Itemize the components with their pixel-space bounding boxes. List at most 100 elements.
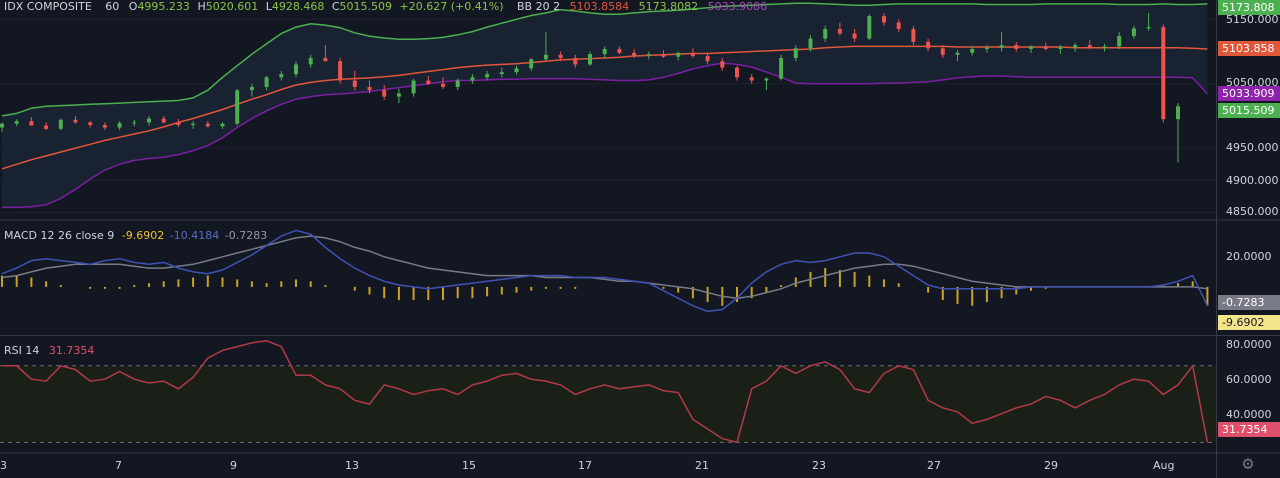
candle-body xyxy=(499,72,504,75)
candle-body xyxy=(411,80,416,94)
candle-body xyxy=(338,61,343,81)
candle-body xyxy=(999,45,1004,48)
candle-body xyxy=(294,64,298,75)
bb-lower-value: 5033.9086 xyxy=(707,0,768,13)
candle-body xyxy=(970,48,975,53)
price-tick: 4900.000 xyxy=(1226,174,1279,187)
candle-body xyxy=(896,22,901,29)
high-value: 5020.601 xyxy=(205,0,259,13)
time-tick: 17 xyxy=(578,459,592,472)
high-label: H xyxy=(197,0,206,13)
price-tick: 4950.000 xyxy=(1226,141,1279,154)
candle xyxy=(58,118,63,131)
candle-body xyxy=(632,52,637,56)
rsi-tick: 40.0000 xyxy=(1226,408,1272,421)
candle-body xyxy=(441,83,445,87)
candle-body xyxy=(382,90,387,97)
candle-body xyxy=(793,48,798,58)
time-tick: 15 xyxy=(462,459,476,472)
candle-body xyxy=(1117,36,1122,47)
settings-gear-icon[interactable]: ⚙ xyxy=(1240,456,1256,472)
candle-body xyxy=(264,77,269,87)
bb-lower-tag: 5033.909 xyxy=(1218,86,1280,101)
time-tick: 21 xyxy=(695,459,709,472)
candle-body xyxy=(0,123,4,128)
candle-body xyxy=(940,48,945,55)
rsi-tick: 60.0000 xyxy=(1226,373,1272,386)
price-tick: 5150.000 xyxy=(1226,13,1279,26)
candle-body xyxy=(1131,28,1136,37)
candle-body xyxy=(470,77,475,81)
candle-body xyxy=(646,54,651,56)
bb-basis-tag: 5103.858 xyxy=(1218,41,1280,56)
candle-body xyxy=(661,54,666,57)
candle-body xyxy=(58,119,63,129)
candle-body xyxy=(1043,46,1048,49)
time-tick: 9 xyxy=(230,459,237,472)
candle-body xyxy=(102,124,107,128)
price-tick: 4850.000 xyxy=(1226,205,1279,218)
time-tick: 29 xyxy=(1044,459,1058,472)
candle-body xyxy=(926,41,931,49)
candle-body xyxy=(1029,46,1033,49)
rsi-label[interactable]: RSI 14 xyxy=(4,344,39,357)
candle xyxy=(235,88,240,126)
bb-basis-value: 5103.8584 xyxy=(569,0,630,13)
candle-body xyxy=(1146,27,1151,29)
candle-body xyxy=(1176,106,1180,120)
candle-body xyxy=(455,80,460,87)
interval[interactable]: 60 xyxy=(105,0,119,13)
candle-body xyxy=(955,52,960,55)
candle-body xyxy=(1087,45,1092,48)
candle-body xyxy=(808,38,813,49)
candle-body xyxy=(882,16,886,23)
candle-body xyxy=(485,74,490,78)
candle-body xyxy=(1058,47,1063,49)
candle-body xyxy=(529,59,534,69)
candle-body xyxy=(117,123,122,128)
candle-body xyxy=(602,48,607,55)
candle-body xyxy=(749,77,754,81)
rsi-value: 31.7354 xyxy=(48,344,95,357)
candle-body xyxy=(588,54,592,65)
candle xyxy=(779,54,784,81)
candle xyxy=(1161,24,1166,123)
candle xyxy=(867,14,872,40)
candle-body xyxy=(352,80,357,87)
candle-body xyxy=(132,122,137,124)
candle-body xyxy=(823,28,828,39)
candle-body xyxy=(191,123,196,125)
candle-body xyxy=(617,48,622,53)
candle-body xyxy=(249,86,254,91)
close-value: 5015.509 xyxy=(339,0,393,13)
candle-body xyxy=(573,57,578,65)
candle-body xyxy=(1073,45,1078,48)
macd-label[interactable]: MACD 12 26 close 9 xyxy=(4,229,114,242)
low-value: 4928.468 xyxy=(271,0,325,13)
candle-body xyxy=(426,80,431,84)
candle-body xyxy=(705,56,710,62)
macd-signal-value: -0.7283 xyxy=(224,229,268,242)
time-tick: 27 xyxy=(927,459,941,472)
candle-body xyxy=(1161,27,1166,120)
candle-body xyxy=(779,57,784,79)
rsi-tick: 80.0000 xyxy=(1226,338,1272,351)
macd-hist-value: -9.6902 xyxy=(121,229,165,242)
symbol-name[interactable]: IDX COMPOSITE xyxy=(4,0,92,13)
candle-body xyxy=(44,125,49,129)
candle-body xyxy=(1102,46,1107,48)
macd-tick: 20.0000 xyxy=(1226,250,1272,263)
time-tick: 23 xyxy=(812,459,826,472)
last-price-tag: 5015.509 xyxy=(1218,103,1280,118)
candle-body xyxy=(14,121,19,124)
bb-label[interactable]: BB 20 2 xyxy=(517,0,560,13)
time-tick: 13 xyxy=(345,459,359,472)
candle-body xyxy=(852,33,857,39)
candle-body xyxy=(558,54,563,58)
rsi-legend: RSI 14 31.7354 xyxy=(4,344,94,358)
candle-body xyxy=(514,68,519,73)
candle-body xyxy=(690,52,695,57)
candle-body xyxy=(73,119,78,123)
time-tick: 7 xyxy=(115,459,122,472)
rsi-value-tag: 31.7354 xyxy=(1218,422,1280,437)
